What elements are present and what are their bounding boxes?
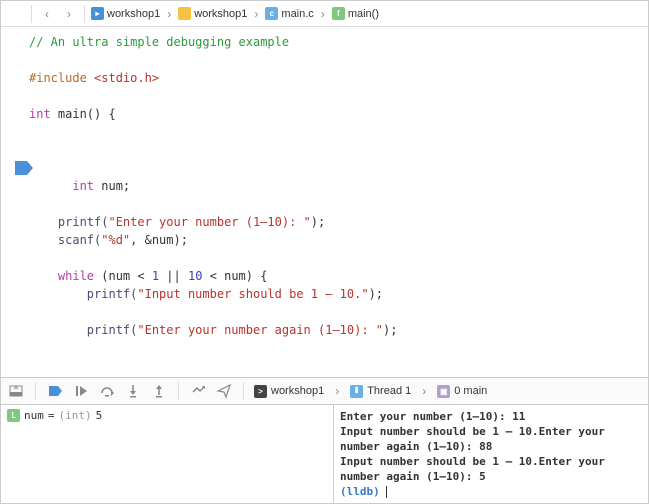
debug-thread[interactable]: ⫴ Thread 1 <box>350 385 411 398</box>
nav-back-button[interactable]: ‹ <box>38 5 56 23</box>
debug-bottom-area: L num = (int) 5 Enter your number (1–10)… <box>1 405 648 503</box>
breakpoints-toggle-button[interactable] <box>46 382 64 400</box>
debug-target-label: workshop1 <box>271 385 324 397</box>
continue-button[interactable] <box>72 382 90 400</box>
variable-name: num <box>24 409 44 422</box>
debug-frame-label: 0 main <box>454 385 487 397</box>
variable-row[interactable]: L num = (int) 5 <box>7 409 327 422</box>
terminal-icon: > <box>254 385 267 398</box>
debug-toolbar: > workshop1 › ⫴ Thread 1 › ▣ 0 main <box>1 377 648 405</box>
variable-value: 5 <box>96 409 103 422</box>
console-line: Enter your number (1–10): 11 <box>340 409 642 424</box>
console-cursor <box>386 486 387 498</box>
code-editor[interactable]: // An ultra simple debugging example #in… <box>1 27 648 377</box>
chevron-right-icon: › <box>164 7 174 21</box>
debug-target[interactable]: > workshop1 <box>254 385 324 398</box>
step-into-button[interactable] <box>124 382 142 400</box>
nav-forward-button[interactable]: › <box>60 5 78 23</box>
thread-icon: ⫴ <box>350 385 363 398</box>
breadcrumb-folder[interactable]: workshop1 <box>178 7 247 20</box>
chevron-right-icon: › <box>251 7 261 21</box>
chevron-right-icon: › <box>419 384 429 398</box>
frame-icon: ▣ <box>437 385 450 398</box>
lldb-prompt: (lldb) <box>340 485 386 498</box>
debug-thread-label: Thread 1 <box>367 385 411 397</box>
local-variable-icon: L <box>7 409 20 422</box>
breadcrumb-function[interactable]: f main() <box>332 7 379 20</box>
step-out-button[interactable] <box>150 382 168 400</box>
breadcrumb-bar: ‹ › ▸ workshop1 › workshop1 › c main.c ›… <box>1 1 648 27</box>
breadcrumb-file[interactable]: c main.c <box>265 7 313 20</box>
breadcrumb-project[interactable]: ▸ workshop1 <box>91 7 160 20</box>
console-line: Input number should be 1 – 10.Enter your… <box>340 424 642 454</box>
variable-type: (int) <box>59 409 92 422</box>
program-counter-icon <box>15 161 33 175</box>
breadcrumb-label: main() <box>348 8 379 20</box>
chevron-right-icon: › <box>332 384 342 398</box>
c-file-icon: c <box>265 7 278 20</box>
debug-frame[interactable]: ▣ 0 main <box>437 385 487 398</box>
code-include: #include <box>29 71 94 85</box>
step-over-button[interactable] <box>98 382 116 400</box>
folder-icon <box>178 7 191 20</box>
breadcrumb-label: main.c <box>281 8 313 20</box>
location-button[interactable] <box>215 382 233 400</box>
related-items-icon[interactable] <box>7 5 25 23</box>
console-line: Input number should be 1 – 10.Enter your… <box>340 454 642 484</box>
variables-view[interactable]: L num = (int) 5 <box>1 405 334 503</box>
hide-debug-area-button[interactable] <box>7 382 25 400</box>
project-icon: ▸ <box>91 7 104 20</box>
debug-view-button[interactable] <box>189 382 207 400</box>
console-output[interactable]: Enter your number (1–10): 11 Input numbe… <box>334 405 648 503</box>
function-icon: f <box>332 7 345 20</box>
code-comment: // An ultra simple debugging example <box>29 35 289 49</box>
breadcrumb-label: workshop1 <box>107 8 160 20</box>
breadcrumb-label: workshop1 <box>194 8 247 20</box>
chevron-right-icon: › <box>318 7 328 21</box>
